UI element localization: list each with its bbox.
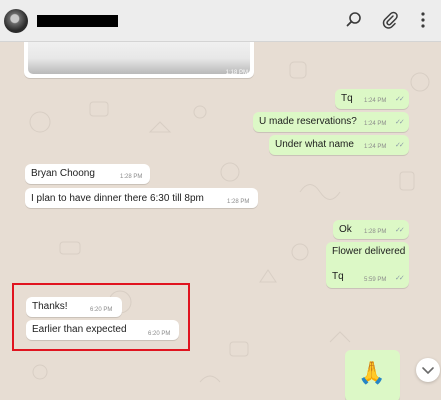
- message-time: 1:24 PM: [364, 144, 387, 150]
- message-time: 1:28 PM: [120, 174, 143, 180]
- outgoing-message[interactable]: Tq 1:24 PM ✓✓: [335, 89, 409, 109]
- read-receipt-icon: ✓✓: [395, 142, 405, 149]
- message-text: Under what name: [275, 139, 354, 150]
- read-receipt-icon: ✓✓: [395, 275, 405, 282]
- outgoing-message[interactable]: U made reservations? 1:24 PM ✓✓: [253, 112, 409, 132]
- message-text: I plan to have dinner there 6:30 till 8p…: [31, 193, 204, 204]
- highlight-box: [12, 283, 190, 351]
- incoming-message[interactable]: I plan to have dinner there 6:30 till 8p…: [25, 188, 258, 208]
- message-text: Tq: [332, 271, 344, 282]
- outgoing-message[interactable]: Ok 1:28 PM ✓✓: [333, 220, 409, 239]
- message-time: 5:59 PM: [364, 277, 387, 283]
- message-text: U made reservations?: [259, 116, 357, 127]
- read-receipt-icon: ✓✓: [395, 119, 405, 126]
- more-options-icon[interactable]: [413, 10, 433, 30]
- message-emoji: 🙏: [358, 360, 386, 385]
- outgoing-message[interactable]: Flower delivered Tq 5:59 PM ✓✓: [326, 242, 409, 288]
- message-text: Ok: [339, 224, 352, 235]
- outgoing-message[interactable]: Under what name 1:24 PM ✓✓: [269, 135, 409, 155]
- read-receipt-icon: ✓✓: [395, 227, 405, 234]
- image-message[interactable]: 1:18 PM: [24, 42, 254, 78]
- message-time: 1:28 PM: [227, 199, 250, 205]
- scroll-to-bottom-button[interactable]: [416, 358, 440, 382]
- paperclip-icon[interactable]: [380, 10, 400, 30]
- image-thumbnail[interactable]: [28, 42, 250, 74]
- incoming-message[interactable]: Bryan Choong 1:28 PM: [25, 164, 150, 184]
- search-icon[interactable]: [344, 10, 364, 30]
- message-time: 1:18 PM: [225, 70, 248, 76]
- message-time: 1:24 PM: [364, 98, 387, 104]
- contact-name-redacted[interactable]: Contact name: [37, 15, 118, 27]
- message-text: Tq: [341, 93, 353, 104]
- message-text: Bryan Choong: [31, 168, 95, 179]
- message-time: 1:28 PM: [364, 229, 387, 235]
- contact-avatar[interactable]: [4, 9, 28, 33]
- chevron-down-icon: [422, 367, 434, 375]
- message-time: 1:24 PM: [364, 121, 387, 127]
- read-receipt-icon: ✓✓: [395, 96, 405, 103]
- message-text: Flower delivered: [332, 246, 406, 257]
- outgoing-emoji-message[interactable]: 🙏: [345, 350, 400, 400]
- chat-header: Contact name: [0, 0, 441, 42]
